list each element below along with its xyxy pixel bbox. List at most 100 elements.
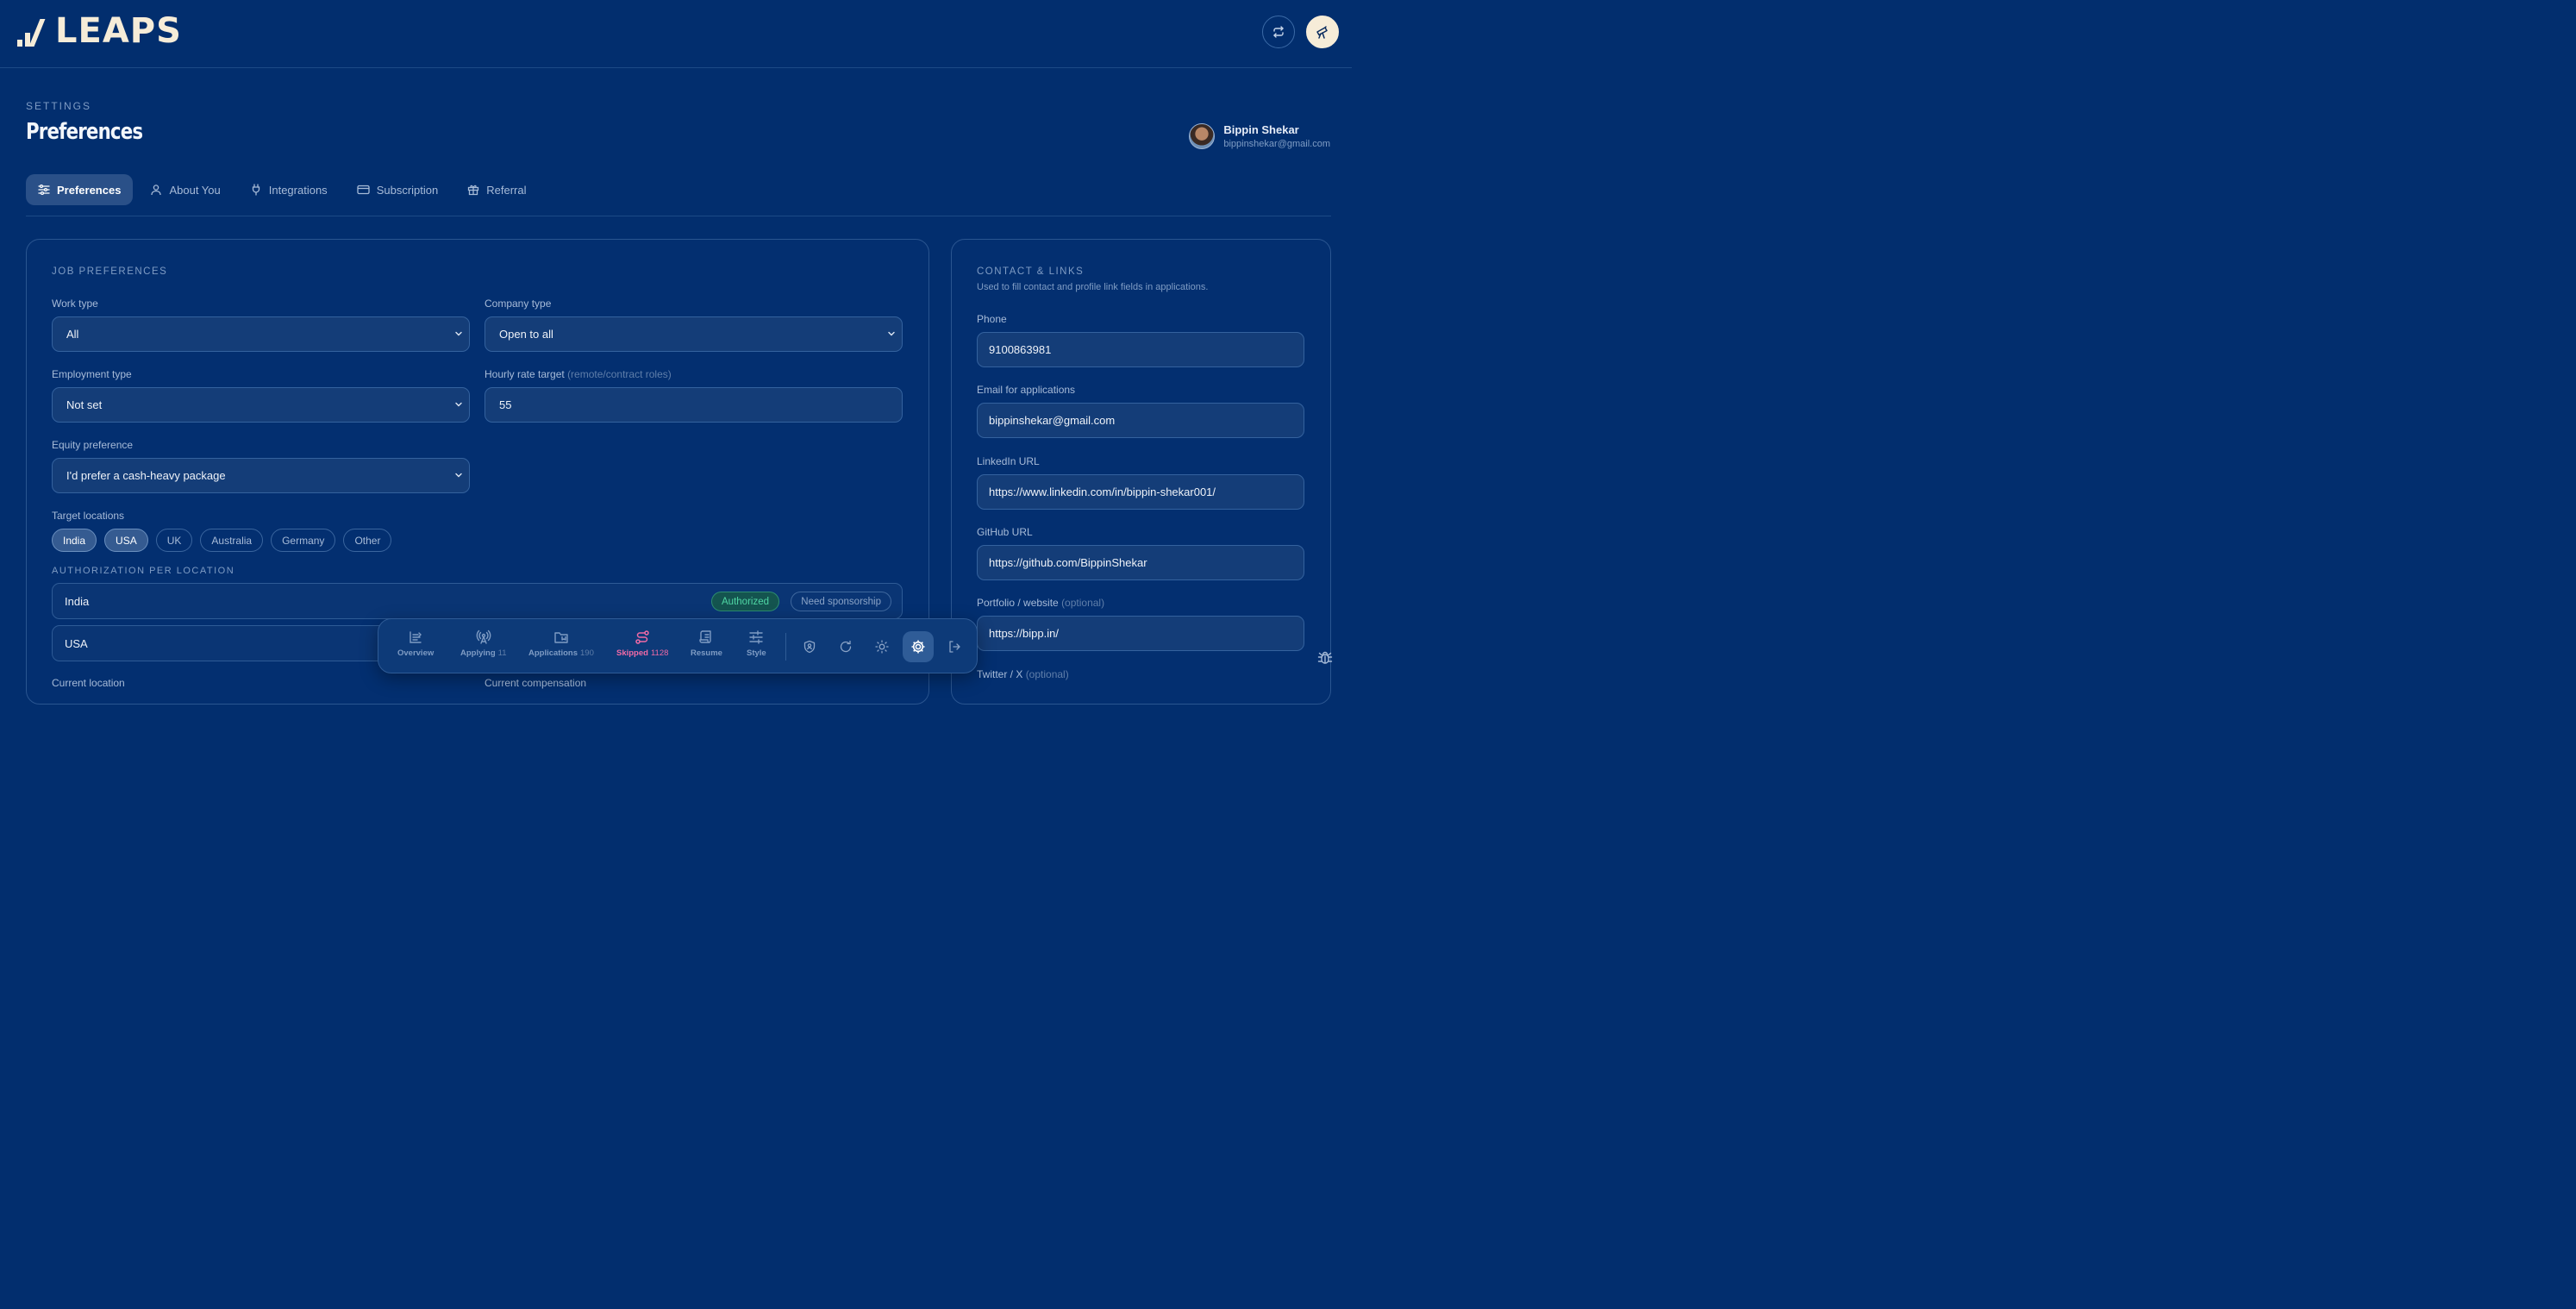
phone-input[interactable]: 9100863981 bbox=[977, 332, 1304, 367]
logo-text: LEAPS bbox=[55, 11, 182, 51]
chip-india[interactable]: India bbox=[52, 529, 97, 552]
user-name: Bippin Shekar bbox=[1223, 123, 1299, 136]
settings-button[interactable] bbox=[903, 631, 934, 662]
chip-other[interactable]: Other bbox=[343, 529, 392, 552]
bottom-dock: Overview Applying 11 Applications 190 Skip… bbox=[378, 618, 978, 673]
authorization-heading: AUTHORIZATION PER LOCATION bbox=[52, 566, 235, 576]
linkedin-input[interactable]: https://www.linkedin.com/in/bippin-sheka… bbox=[977, 474, 1304, 510]
user-icon bbox=[151, 185, 162, 196]
github-input[interactable]: https://github.com/BippinShekar bbox=[977, 545, 1304, 580]
linkedin-value: https://www.linkedin.com/in/bippin-sheka… bbox=[989, 485, 1216, 498]
portfolio-hint: (optional) bbox=[1061, 597, 1105, 609]
refresh-icon bbox=[840, 640, 852, 653]
debug-button[interactable] bbox=[1316, 649, 1334, 671]
tab-referral[interactable]: Referral bbox=[455, 174, 538, 205]
company-type-select[interactable]: Open to all bbox=[485, 316, 903, 352]
dock-label: Style bbox=[747, 648, 766, 658]
portfolio-label: Portfolio / website (optional) bbox=[977, 597, 1104, 609]
github-value: https://github.com/BippinShekar bbox=[989, 556, 1147, 569]
employment-type-select[interactable]: Not set bbox=[52, 387, 470, 423]
github-label: GitHub URL bbox=[977, 526, 1033, 538]
work-type-value: All bbox=[66, 328, 79, 341]
phone-value: 9100863981 bbox=[989, 343, 1052, 356]
theme-toggle-button[interactable] bbox=[866, 631, 897, 662]
authorized-toggle[interactable]: Authorized bbox=[711, 592, 779, 611]
dock-count: 190 bbox=[580, 648, 594, 658]
dock-label: Overview bbox=[397, 648, 435, 658]
tab-label: Preferences bbox=[57, 183, 122, 197]
email-label: Email for applications bbox=[977, 384, 1076, 396]
tab-label: About You bbox=[169, 183, 221, 197]
equity-select[interactable]: I'd prefer a cash-heavy package bbox=[52, 458, 470, 493]
twitter-hint: (optional) bbox=[1025, 668, 1069, 680]
equity-value: I'd prefer a cash-heavy package bbox=[66, 469, 226, 482]
repeat-icon bbox=[1273, 26, 1284, 38]
work-type-label: Work type bbox=[52, 298, 98, 310]
privacy-button[interactable] bbox=[794, 631, 825, 662]
portfolio-input[interactable]: https://bipp.in/ bbox=[977, 616, 1304, 651]
tab-about-you[interactable]: About You bbox=[138, 174, 232, 205]
credit-card-icon bbox=[357, 185, 370, 195]
top-bar: LEAPS bbox=[0, 0, 1352, 68]
chevron-down-icon bbox=[455, 402, 462, 407]
dock-style[interactable]: Style bbox=[747, 629, 766, 658]
company-type-label: Company type bbox=[485, 298, 552, 310]
telescope-icon bbox=[1316, 26, 1328, 39]
dock-count: 11 bbox=[497, 648, 507, 658]
user-profile[interactable]: Bippin Shekar bippinshekar@gmail.com bbox=[1189, 123, 1330, 149]
hourly-rate-value: 55 bbox=[499, 398, 512, 411]
sliders-icon bbox=[38, 184, 50, 196]
dock-count: 1128 bbox=[650, 648, 669, 658]
portfolio-label-text: Portfolio / website bbox=[977, 597, 1059, 609]
linkedin-label: LinkedIn URL bbox=[977, 455, 1040, 467]
tab-subscription[interactable]: Subscription bbox=[345, 174, 451, 205]
hourly-rate-label-text: Hourly rate target bbox=[485, 368, 565, 380]
overview-icon bbox=[410, 631, 422, 643]
scroll-icon bbox=[699, 630, 712, 643]
dock-resume[interactable]: Resume bbox=[691, 629, 722, 658]
dock-divider bbox=[785, 633, 786, 661]
phone-label: Phone bbox=[977, 313, 1007, 325]
chip-uk[interactable]: UK bbox=[155, 529, 193, 552]
chevron-down-icon bbox=[888, 331, 895, 336]
current-location-label: Current location bbox=[52, 677, 125, 689]
email-value: bippinshekar@gmail.com bbox=[989, 414, 1116, 427]
refresh-button[interactable] bbox=[830, 631, 861, 662]
tab-integrations[interactable]: Integrations bbox=[238, 174, 340, 205]
folder-icon bbox=[554, 632, 568, 643]
chip-usa[interactable]: USA bbox=[104, 529, 148, 552]
contact-links-heading: CONTACT & LINKS bbox=[977, 266, 1085, 277]
dock-overview[interactable]: Overview bbox=[397, 629, 434, 658]
job-preferences-heading: JOB PREFERENCES bbox=[52, 266, 168, 277]
antenna-icon bbox=[476, 629, 491, 644]
section-eyebrow: SETTINGS bbox=[26, 100, 92, 112]
switch-button[interactable] bbox=[1262, 16, 1295, 48]
sliders-icon bbox=[749, 630, 764, 644]
dock-label: Applying bbox=[460, 648, 496, 658]
tab-label: Integrations bbox=[268, 183, 328, 197]
announcements-button[interactable] bbox=[1306, 16, 1339, 48]
company-type-value: Open to all bbox=[499, 328, 553, 341]
target-locations-label: Target locations bbox=[52, 510, 125, 522]
route-icon bbox=[635, 630, 649, 644]
user-email: bippinshekar@gmail.com bbox=[1223, 139, 1330, 149]
chevron-down-icon bbox=[455, 473, 462, 478]
authorization-location: India bbox=[65, 594, 90, 608]
twitter-label-text: Twitter / X bbox=[977, 668, 1023, 680]
work-type-select[interactable]: All bbox=[52, 316, 470, 352]
dock-applications[interactable]: Applications 190 bbox=[528, 629, 594, 658]
authorization-location: USA bbox=[65, 636, 88, 650]
dock-label: Resume bbox=[691, 648, 722, 658]
tab-preferences[interactable]: Preferences bbox=[26, 174, 134, 205]
twitter-label: Twitter / X (optional) bbox=[977, 668, 1069, 680]
logout-button[interactable] bbox=[939, 631, 970, 662]
app-logo[interactable]: LEAPS bbox=[17, 11, 182, 51]
chip-australia[interactable]: Australia bbox=[200, 529, 264, 552]
hourly-rate-input[interactable]: 55 bbox=[485, 387, 903, 423]
logout-icon bbox=[949, 641, 960, 653]
need-sponsorship-toggle[interactable]: Need sponsorship bbox=[791, 592, 891, 611]
chip-germany[interactable]: Germany bbox=[271, 529, 336, 552]
email-input[interactable]: bippinshekar@gmail.com bbox=[977, 403, 1304, 438]
dock-applying[interactable]: Applying 11 bbox=[460, 629, 507, 658]
dock-skipped[interactable]: Skipped 1128 bbox=[616, 629, 668, 658]
